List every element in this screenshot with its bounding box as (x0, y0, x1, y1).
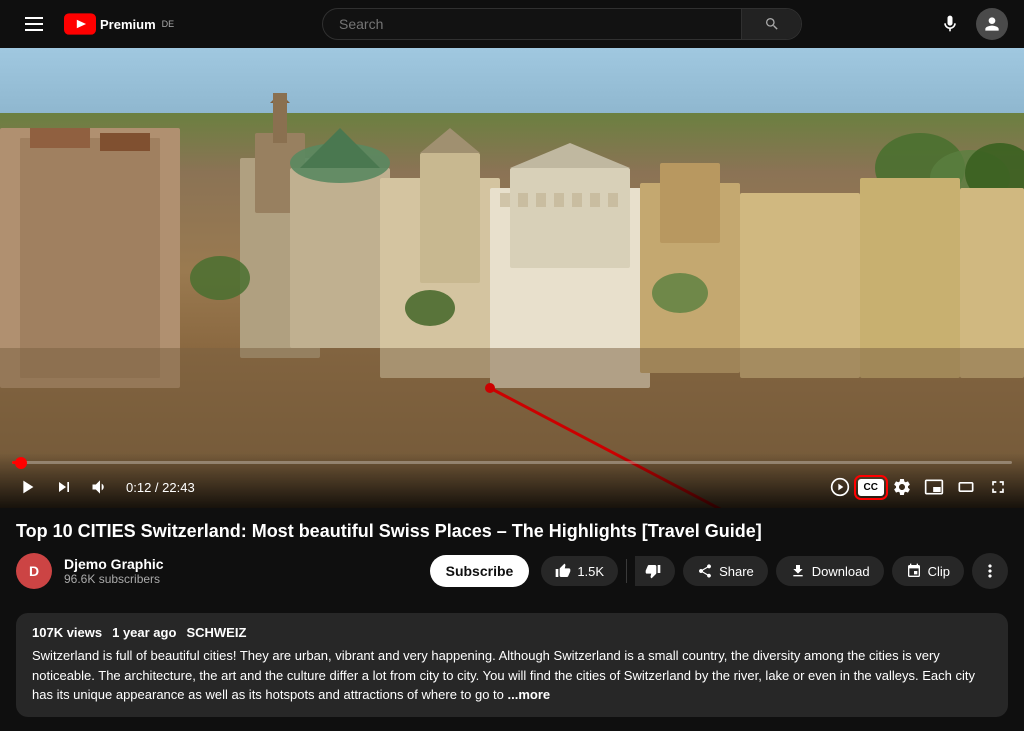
video-title: Top 10 CITIES Switzerland: Most beautifu… (16, 520, 1008, 543)
more-link[interactable]: ...more (508, 687, 551, 702)
time-display: 0:12 / 22:43 (126, 480, 195, 495)
download-label: Download (812, 564, 870, 579)
theater-icon (956, 477, 976, 497)
header-center (212, 8, 912, 40)
avatar[interactable] (976, 8, 1008, 40)
microphone-icon (940, 14, 960, 34)
video-controls: 0:12 / 22:43 CC (0, 453, 1024, 508)
header-right (928, 6, 1008, 42)
time-ago: 1 year ago (112, 625, 176, 640)
share-label: Share (719, 564, 754, 579)
tag: SCHWEIZ (186, 625, 246, 640)
controls-row: 0:12 / 22:43 CC (12, 472, 1012, 502)
header-left: Premium DE (16, 6, 196, 42)
like-count: 1.5K (577, 564, 604, 579)
search-input[interactable] (323, 16, 741, 32)
miniplayer-icon (924, 477, 944, 497)
like-divider (626, 559, 627, 583)
miniplayer-button[interactable] (920, 473, 948, 501)
subscriber-count: 96.6K subscribers (64, 572, 418, 586)
fullscreen-button[interactable] (984, 473, 1012, 501)
volume-button[interactable] (86, 473, 114, 501)
next-button[interactable] (50, 473, 78, 501)
play-button[interactable] (12, 472, 42, 502)
play-circle-button[interactable] (826, 473, 854, 501)
logo-area[interactable]: Premium DE (64, 13, 174, 35)
channel-row: D Djemo Graphic 96.6K subscribers Subscr… (16, 553, 1008, 589)
more-icon (980, 561, 1000, 581)
youtube-logo-icon (64, 13, 96, 35)
settings-icon (892, 477, 912, 497)
play-circle-icon (830, 477, 850, 497)
header: Premium DE (0, 0, 1024, 48)
settings-button[interactable] (888, 473, 916, 501)
like-button[interactable]: 1.5K (541, 556, 618, 586)
voice-search-button[interactable] (932, 6, 968, 42)
clip-button[interactable]: Clip (892, 556, 964, 586)
play-icon (16, 476, 38, 498)
user-icon (982, 14, 1002, 34)
city-scene-svg (0, 48, 1024, 508)
next-icon (54, 477, 74, 497)
search-bar (322, 8, 802, 40)
volume-icon (90, 477, 110, 497)
view-count: 107K views (32, 625, 102, 640)
description-section: 107K views 1 year ago SCHWEIZ Switzerlan… (16, 613, 1008, 717)
video-thumbnail (0, 48, 1024, 508)
download-button[interactable]: Download (776, 556, 884, 586)
video-player[interactable]: 0:12 / 22:43 CC (0, 48, 1024, 508)
channel-info: Djemo Graphic 96.6K subscribers (64, 556, 418, 586)
action-buttons: 1.5K Share Download Clip (541, 553, 1008, 589)
subscribe-button[interactable]: Subscribe (430, 555, 530, 587)
download-icon (790, 563, 806, 579)
description-meta: 107K views 1 year ago SCHWEIZ (32, 625, 992, 640)
progress-bar[interactable] (12, 461, 1012, 464)
video-frame: 0:12 / 22:43 CC (0, 48, 1024, 508)
channel-avatar[interactable]: D (16, 553, 52, 589)
fullscreen-icon (988, 477, 1008, 497)
search-button[interactable] (741, 8, 801, 40)
menu-button[interactable] (16, 6, 52, 42)
thumbs-up-icon (555, 563, 571, 579)
thumbs-down-icon (645, 563, 661, 579)
share-button[interactable]: Share (683, 556, 768, 586)
more-options-button[interactable] (972, 553, 1008, 589)
progress-thumb (15, 457, 27, 469)
premium-label: Premium (100, 17, 156, 32)
right-controls: CC (826, 473, 1012, 501)
clip-icon (906, 563, 922, 579)
dislike-button[interactable] (635, 556, 675, 586)
search-icon (764, 16, 780, 32)
hamburger-icon (21, 13, 47, 35)
theater-mode-button[interactable] (952, 473, 980, 501)
premium-de-label: DE (162, 19, 175, 29)
cc-button[interactable]: CC (858, 479, 884, 496)
video-info: Top 10 CITIES Switzerland: Most beautifu… (0, 508, 1024, 601)
clip-label: Clip (928, 564, 950, 579)
description-text: Switzerland is full of beautiful cities!… (32, 646, 992, 705)
channel-name: Djemo Graphic (64, 556, 418, 572)
share-icon (697, 563, 713, 579)
